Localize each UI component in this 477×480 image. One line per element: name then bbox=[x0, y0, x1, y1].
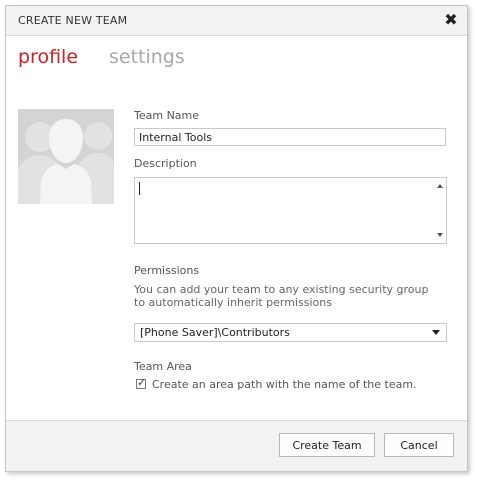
text-caret bbox=[139, 182, 140, 195]
team-name-label: Team Name bbox=[134, 109, 200, 122]
tab-settings[interactable]: settings bbox=[109, 46, 185, 68]
checkmark-icon: ✓ bbox=[137, 376, 147, 389]
team-avatar-icon[interactable] bbox=[18, 109, 114, 204]
permissions-selected-value: [Phone Saver]\Contributors bbox=[140, 326, 290, 339]
scroll-down-icon[interactable] bbox=[437, 233, 443, 237]
description-label: Description bbox=[134, 157, 197, 170]
dialog-title: CREATE NEW TEAM bbox=[18, 14, 128, 27]
tab-profile[interactable]: profile bbox=[18, 46, 78, 68]
description-textarea[interactable] bbox=[134, 177, 447, 244]
chevron-down-icon bbox=[432, 330, 440, 335]
permissions-label: Permissions bbox=[134, 264, 200, 277]
area-path-checkbox-label[interactable]: Create an area path with the name of the… bbox=[152, 378, 417, 391]
team-silhouette-icon bbox=[18, 109, 114, 204]
area-path-checkbox[interactable]: ✓ bbox=[136, 376, 147, 389]
cancel-button[interactable]: Cancel bbox=[384, 433, 454, 457]
create-team-button[interactable]: Create Team bbox=[279, 433, 375, 457]
close-icon[interactable]: ✖ bbox=[443, 10, 459, 30]
dialog-footer: Create Team Cancel bbox=[6, 420, 467, 471]
team-area-label: Team Area bbox=[134, 360, 192, 373]
create-team-dialog: CREATE NEW TEAM ✖ profile settings Team … bbox=[5, 5, 468, 472]
permissions-select[interactable]: [Phone Saver]\Contributors bbox=[134, 323, 447, 342]
team-name-input[interactable]: Internal Tools bbox=[134, 128, 446, 146]
dialog-titlebar: CREATE NEW TEAM ✖ bbox=[6, 6, 467, 36]
permissions-help-text: You can add your team to any existing se… bbox=[134, 283, 429, 309]
scroll-up-icon[interactable] bbox=[437, 184, 443, 188]
